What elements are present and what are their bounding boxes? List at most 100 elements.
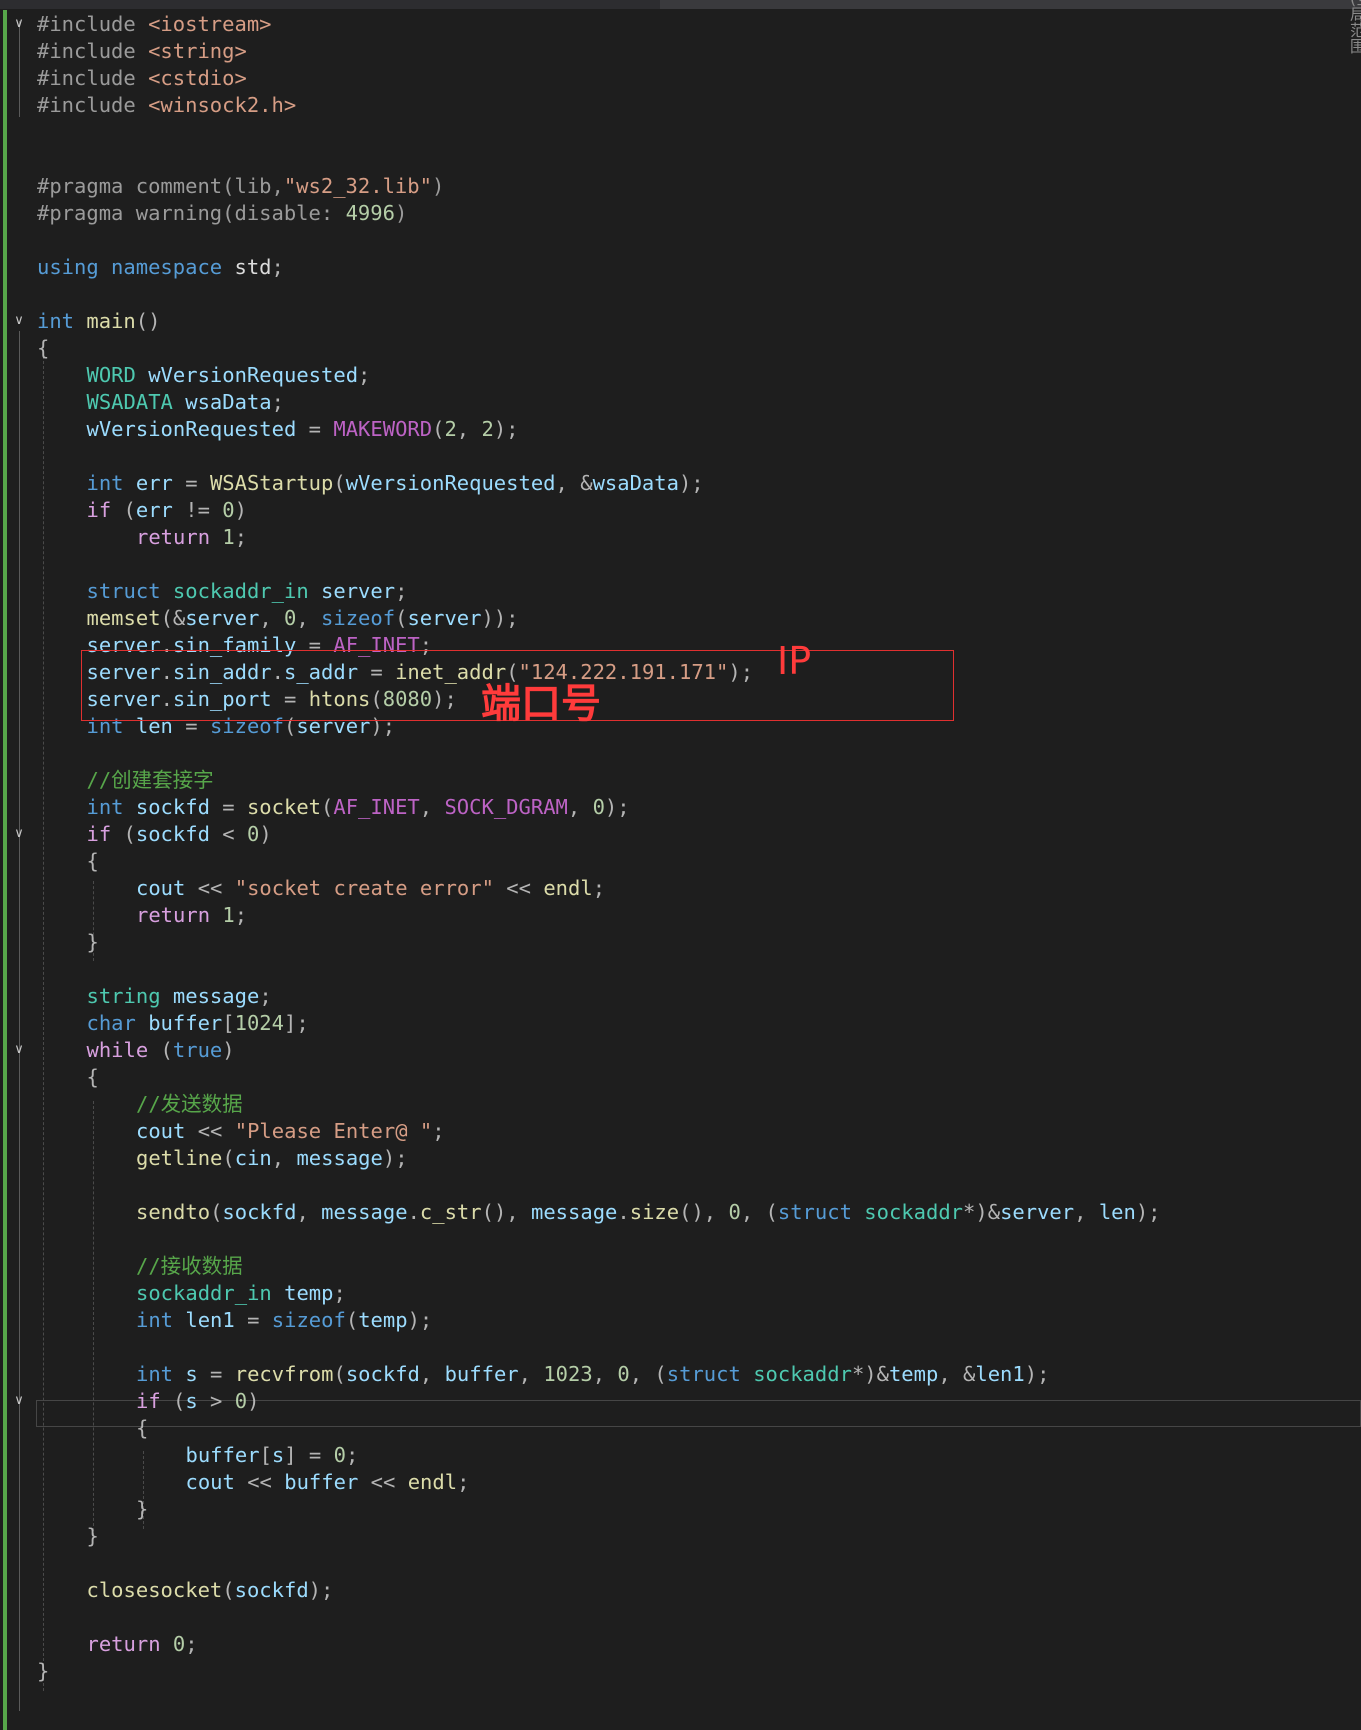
code-line[interactable]: cout << "socket create error" << endl; [0, 875, 1361, 902]
code-token: ( [111, 498, 136, 522]
code-line[interactable]: ∨ if (s > 0) [0, 1388, 1361, 1415]
code-line[interactable]: struct sockaddr_in server; [0, 578, 1361, 605]
code-token: wVersionRequested [148, 363, 359, 387]
code-token: using namespace [37, 255, 223, 279]
code-token: ) [259, 822, 272, 846]
code-line[interactable]: //发送数据 [0, 1091, 1361, 1118]
code-line[interactable]: cout << "Please Enter@ "; [0, 1118, 1361, 1145]
code-line[interactable]: sendto(sockfd, message.c_str(), message.… [0, 1199, 1361, 1226]
code-text: if (s > 0) [136, 1388, 259, 1415]
code-token: "ws2_32.lib" [283, 174, 432, 198]
code-text: string message; [87, 983, 272, 1010]
code-line[interactable]: buffer[s] = 0; [0, 1442, 1361, 1469]
code-line[interactable]: wVersionRequested = MAKEWORD(2, 2); [0, 416, 1361, 443]
code-line[interactable]: WORD wVersionRequested; [0, 362, 1361, 389]
code-line[interactable]: getline(cin, message); [0, 1145, 1361, 1172]
code-text: } [37, 1658, 49, 1685]
code-token: endl [543, 876, 593, 900]
code-token: true [172, 1038, 223, 1062]
code-token: server [1000, 1200, 1075, 1224]
code-line[interactable]: #pragma warning(disable: 4996) [0, 200, 1361, 227]
code-line[interactable]: return 1; [0, 902, 1361, 929]
code-line[interactable]: ∨ if (sockfd < 0) [0, 821, 1361, 848]
code-line[interactable]: string message; [0, 983, 1361, 1010]
code-token: cout [185, 1470, 235, 1494]
code-token: , & [938, 1362, 976, 1386]
code-line[interactable]: int s = recvfrom(sockfd, buffer, 1023, 0… [0, 1361, 1361, 1388]
code-line[interactable]: WSADATA wsaData; [0, 389, 1361, 416]
code-token: message [296, 1146, 383, 1170]
code-token: #include [37, 39, 149, 63]
code-line[interactable]: } [0, 1496, 1361, 1523]
code-token: } [37, 1659, 50, 1683]
code-token: 2 [481, 417, 494, 441]
code-token: , [419, 795, 445, 819]
code-line[interactable]: char buffer[1024]; [0, 1010, 1361, 1037]
code-line[interactable]: int err = WSAStartup(wVersionRequested, … [0, 470, 1361, 497]
code-line[interactable]: sockaddr_in temp; [0, 1280, 1361, 1307]
code-token: if [86, 498, 112, 522]
code-line[interactable]: { [0, 1415, 1361, 1442]
code-token: if [86, 822, 112, 846]
code-token: sockaddr [753, 1362, 852, 1386]
code-text: { [87, 1064, 99, 1091]
code-line[interactable]: ∨ #include <iostream> [0, 11, 1361, 38]
code-token: } [136, 1497, 149, 1521]
code-token: while [86, 1038, 149, 1062]
code-token: != [172, 498, 223, 522]
code-line[interactable]: } [0, 1523, 1361, 1550]
code-editor[interactable]: ∨ #include <iostream> #include <string> #in… [0, 11, 1361, 1730]
code-line[interactable]: { [0, 848, 1361, 875]
scope-dropdown[interactable]: (全局范围) [660, 0, 1361, 55]
code-line[interactable]: int sockfd = socket(AF_INET, SOCK_DGRAM,… [0, 794, 1361, 821]
code-line[interactable]: return 1; [0, 524, 1361, 551]
code-token: endl [407, 1470, 458, 1494]
fold-chevron-icon[interactable]: ∨ [11, 1042, 27, 1058]
code-line[interactable]: { [0, 335, 1361, 362]
code-line[interactable]: int len1 = sizeof(temp); [0, 1307, 1361, 1334]
code-line[interactable]: //接收数据 [0, 1253, 1361, 1280]
code-line[interactable]: #pragma comment(lib,"ws2_32.lib") [0, 173, 1361, 200]
code-token: SOCK_DGRAM [444, 795, 568, 819]
code-text: { [37, 335, 49, 362]
fold-chevron-icon[interactable]: ∨ [11, 826, 27, 842]
code-line[interactable]: #include <string> [0, 38, 1361, 65]
code-token: #include [37, 93, 149, 117]
code-line[interactable]: closesocket(sockfd); [0, 1577, 1361, 1604]
code-token: sockaddr [864, 1200, 964, 1224]
code-line[interactable]: ∨ while (true) [0, 1037, 1361, 1064]
code-token: . [407, 1200, 420, 1224]
code-token: c_str [419, 1200, 482, 1224]
code-token: err [135, 471, 173, 495]
code-line[interactable]: if (err != 0) [0, 497, 1361, 524]
code-token: 0 [333, 1443, 346, 1467]
code-text: #include <string> [37, 38, 247, 65]
code-line[interactable]: { [0, 1064, 1361, 1091]
code-token: ) [222, 1038, 235, 1062]
code-line[interactable]: } [0, 929, 1361, 956]
code-line[interactable]: using namespace std; [0, 254, 1361, 281]
code-token: temp [888, 1362, 939, 1386]
code-line[interactable]: return 0; [0, 1631, 1361, 1658]
code-token: { [86, 1065, 99, 1089]
code-text: int s = recvfrom(sockfd, buffer, 1023, 0… [136, 1361, 1049, 1388]
fold-chevron-icon[interactable]: ∨ [11, 313, 27, 329]
code-line[interactable]: #include <cstdio> [0, 65, 1361, 92]
code-token: sockfd [222, 1200, 297, 1224]
code-token: ; [185, 1632, 198, 1656]
code-token: ) [234, 498, 247, 522]
code-token: return [136, 903, 211, 927]
code-token: cout [136, 1119, 186, 1143]
code-text: } [136, 1496, 148, 1523]
code-line[interactable]: #include <winsock2.h> [0, 92, 1361, 119]
fold-chevron-icon[interactable]: ∨ [11, 1393, 27, 1409]
code-line[interactable]: } [0, 1658, 1361, 1685]
code-line[interactable]: ∨ int main() [0, 308, 1361, 335]
fold-chevron-icon[interactable]: ∨ [11, 16, 27, 32]
code-line[interactable]: //创建套接字 [0, 767, 1361, 794]
code-text: #include <cstdio> [37, 65, 247, 92]
code-line[interactable]: memset(&server, 0, sizeof(server)); [0, 605, 1361, 632]
code-line[interactable]: cout << buffer << endl; [0, 1469, 1361, 1496]
